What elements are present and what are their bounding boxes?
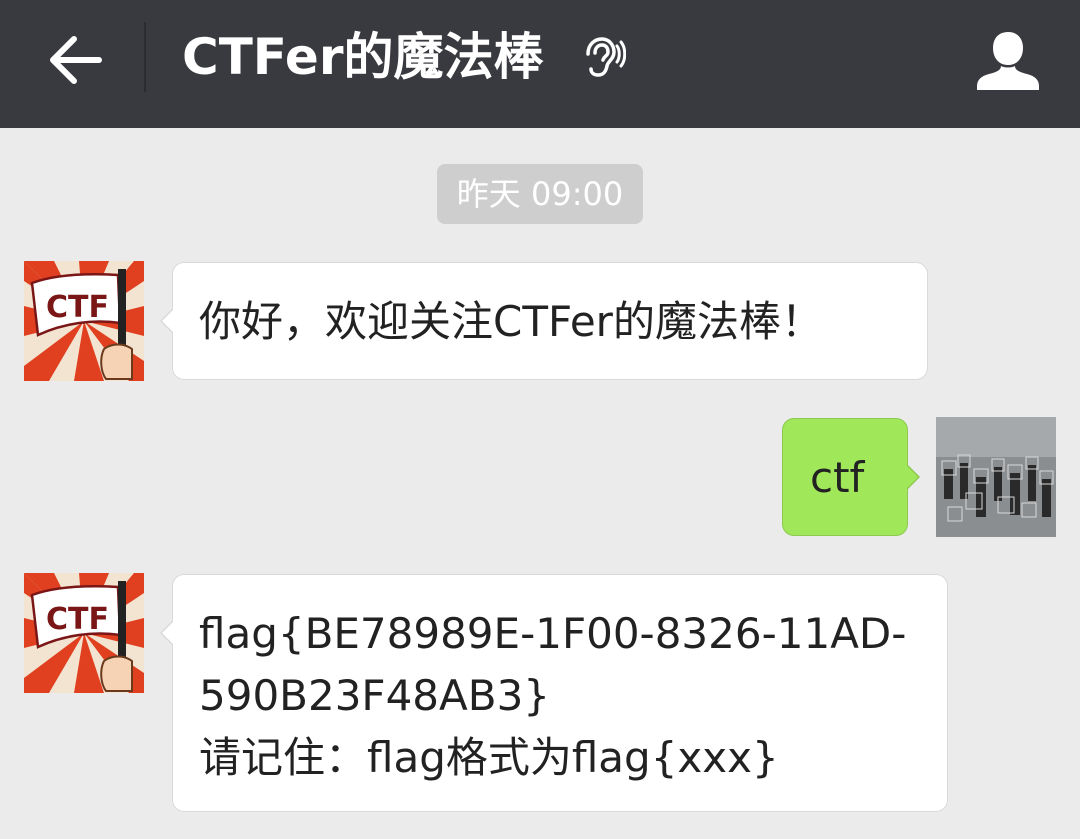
user-avatar[interactable] — [936, 417, 1056, 537]
svg-text:CTF: CTF — [46, 290, 109, 325]
outgoing-message-bubble[interactable]: ctf — [782, 418, 920, 536]
message-text: flag{BE78989E-1F00-8326-11AD- 590B23F48A… — [199, 609, 907, 782]
ctf-logo-icon: CTF — [24, 261, 144, 381]
arrow-left-icon — [50, 36, 102, 84]
crowd-photo-icon — [936, 417, 1056, 537]
incoming-message-bubble[interactable]: 你好，欢迎关注CTFer的魔法棒！ — [160, 262, 928, 380]
sender-avatar[interactable]: CTF — [24, 261, 144, 381]
svg-text:CTF: CTF — [46, 602, 109, 637]
person-icon — [977, 32, 1039, 90]
message-text: ctf — [810, 453, 865, 502]
sender-avatar[interactable]: CTF — [24, 573, 144, 693]
incoming-message-bubble[interactable]: flag{BE78989E-1F00-8326-11AD- 590B23F48A… — [160, 574, 948, 812]
chat-header: CTFer的魔法棒 — [0, 0, 1080, 128]
message-timestamp: 昨天 09:00 — [437, 164, 643, 224]
header-divider — [144, 22, 146, 92]
back-button[interactable] — [30, 20, 120, 100]
ctf-logo-icon: CTF — [24, 573, 144, 693]
chat-title: CTFer的魔法棒 — [182, 28, 544, 86]
message-text: 你好，欢迎关注CTFer的魔法棒！ — [199, 297, 823, 346]
profile-button[interactable] — [968, 20, 1048, 100]
ear-icon[interactable] — [578, 34, 626, 82]
